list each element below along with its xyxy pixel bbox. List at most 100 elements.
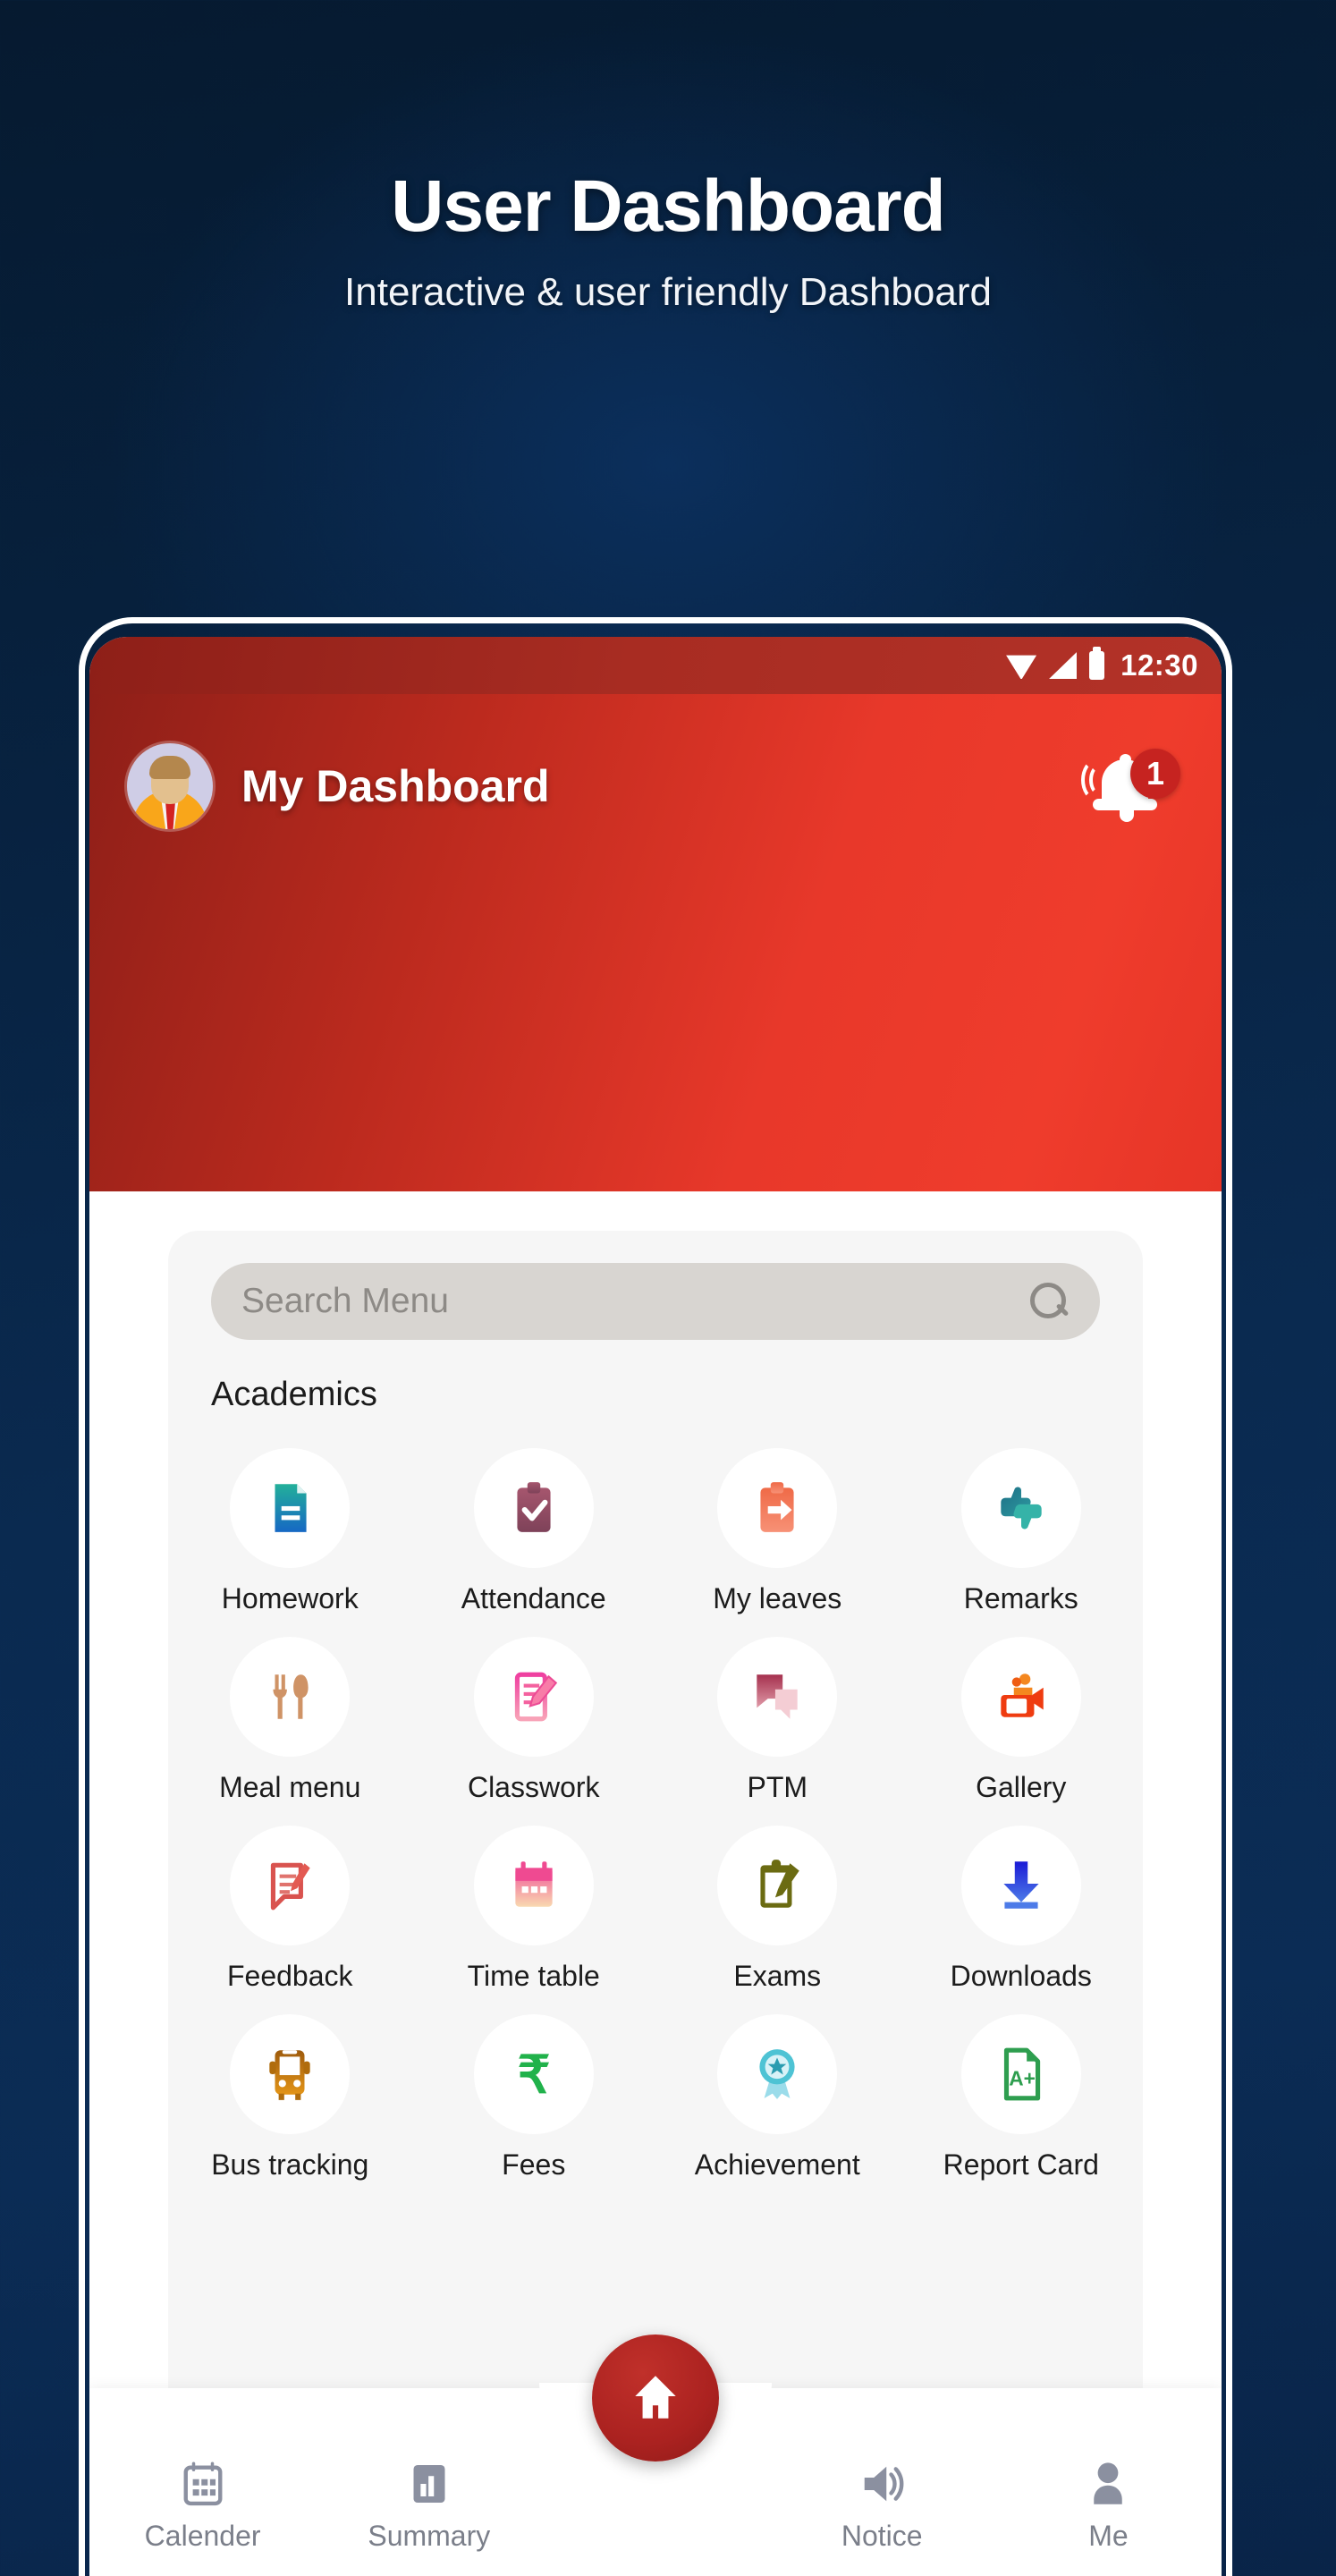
menu-item-meal-menu[interactable]: Meal menu <box>168 1615 412 1804</box>
nav-label: Notice <box>841 2520 923 2552</box>
exam-clipboard-icon <box>760 1860 799 1908</box>
document-icon <box>275 1484 307 1532</box>
avatar-hair <box>149 756 190 779</box>
avatar[interactable] <box>127 743 213 829</box>
nav-item-me[interactable]: Me <box>995 2459 1222 2576</box>
rupee-icon: ₹ <box>517 2047 550 2104</box>
download-arrow-icon <box>1003 1861 1039 1909</box>
nav-item-summary[interactable]: Summary <box>316 2459 542 2576</box>
speaker-icon <box>864 2466 904 2502</box>
nav-label: Me <box>1088 2520 1129 2552</box>
menu-label: Classwork <box>467 1771 600 1803</box>
bell-clapper-icon <box>1120 809 1134 822</box>
feedback-note-icon <box>271 1862 310 1911</box>
nav-item-calender[interactable]: Calender <box>89 2459 316 2576</box>
calendar-icon <box>515 1861 553 1907</box>
menu-item-attendance[interactable]: Attendance <box>412 1427 656 1615</box>
home-icon <box>635 2376 676 2419</box>
menu-icon-wrap <box>717 2014 838 2134</box>
cutlery-icon <box>273 1674 309 1719</box>
menu-label: Homework <box>221 1582 359 1614</box>
app-title: My Dashboard <box>241 761 550 811</box>
notepad-pen-icon <box>514 1672 557 1722</box>
menu-item-feedback[interactable]: Feedback <box>168 1804 412 1993</box>
menu-label: Achievement <box>694 2148 860 2181</box>
menu-card: Search Menu Academics Homework Attendanc… <box>168 1231 1143 2445</box>
header-row: My Dashboard 1 <box>89 694 1222 837</box>
chat-bubbles-icon <box>757 1674 798 1719</box>
menu-label: PTM <box>747 1771 808 1803</box>
menu-item-achievement[interactable]: Achievement <box>655 1993 900 2182</box>
menu-label: Remarks <box>963 1582 1078 1614</box>
menu-item-remarks[interactable]: Remarks <box>900 1427 1144 1615</box>
menu-label: Gallery <box>976 1771 1067 1803</box>
clipboard-arrow-icon <box>760 1482 794 1532</box>
svg-text:A+: A+ <box>1009 2066 1036 2089</box>
menu-icon-wrap <box>473 1826 594 1945</box>
search-icon[interactable] <box>1028 1281 1070 1322</box>
menu-item-report-card[interactable]: A+ Report Card <box>900 1993 1144 2182</box>
page-title: User Dashboard <box>391 165 945 247</box>
bus-icon <box>269 2050 310 2100</box>
menu-icon-wrap <box>230 1826 351 1945</box>
menu-icon-wrap <box>960 1448 1081 1568</box>
menu-icon-wrap <box>717 1448 838 1568</box>
notification-button[interactable]: 1 <box>1080 741 1180 831</box>
page-subtitle: Interactive & user friendly Dashboard <box>344 270 992 314</box>
menu-icon-wrap <box>473 1448 594 1568</box>
status-bar: 12:30 <box>89 637 1222 694</box>
menu-icon-wrap <box>230 2014 351 2134</box>
menu-icon-wrap: A+ <box>960 2014 1081 2134</box>
menu-item-homework[interactable]: Homework <box>168 1427 412 1615</box>
promo-header: User Dashboard Interactive & user friend… <box>0 0 1336 315</box>
menu-label: Report Card <box>943 2148 1099 2181</box>
wifi-icon <box>1006 655 1037 679</box>
nav-label: Calender <box>144 2520 261 2552</box>
clipboard-check-icon <box>517 1482 551 1532</box>
search-placeholder: Search Menu <box>241 1282 449 1320</box>
calendar-icon <box>183 2462 223 2506</box>
menu-item-fees[interactable]: ₹ Fees <box>412 1993 656 2182</box>
svg-text:₹: ₹ <box>517 2047 550 2104</box>
section-title-academics: Academics <box>211 1376 377 1413</box>
menu-item-classwork[interactable]: Classwork <box>412 1615 656 1804</box>
menu-item-my-leaves[interactable]: My leaves <box>655 1427 900 1615</box>
status-bar-time: 12:30 <box>1120 648 1198 682</box>
video-camera-icon <box>1001 1674 1044 1717</box>
home-fab-button[interactable] <box>592 2334 719 2462</box>
phone-screen: 12:30 My Dashboard 1 Search Menu Academi… <box>89 637 1222 2576</box>
report-card-icon: A+ <box>1003 2047 1040 2101</box>
menu-icon-wrap <box>717 1637 838 1757</box>
menu-label: Attendance <box>461 1582 606 1614</box>
menu-icon-wrap <box>473 1637 594 1757</box>
menu-label: Bus tracking <box>211 2148 369 2181</box>
menu-label: My leaves <box>713 1582 842 1614</box>
menu-label: Fees <box>502 2148 566 2181</box>
menu-icon-wrap <box>960 1826 1081 1945</box>
search-input[interactable]: Search Menu <box>211 1263 1100 1340</box>
medal-icon <box>759 2049 795 2099</box>
menu-label: Meal menu <box>219 1771 361 1803</box>
notification-badge: 1 <box>1130 749 1180 799</box>
nav-item-notice[interactable]: Notice <box>769 2459 995 2576</box>
thumbs-updown-icon <box>1001 1487 1042 1530</box>
menu-icon-wrap <box>960 1637 1081 1757</box>
person-icon <box>1094 2462 1123 2504</box>
menu-label: Time table <box>467 1960 600 1992</box>
menu-icon-wrap: ₹ <box>473 2014 594 2134</box>
bar-chart-icon <box>413 2465 445 2503</box>
menu-item-gallery[interactable]: Gallery <box>900 1615 1144 1804</box>
menu-label: Downloads <box>950 1960 1092 1992</box>
signal-icon <box>1049 652 1078 679</box>
menu-label: Exams <box>733 1960 822 1992</box>
battery-icon <box>1089 647 1105 680</box>
menu-icon-wrap <box>717 1826 838 1945</box>
nav-label: Summary <box>368 2520 491 2552</box>
menu-item-ptm[interactable]: PTM <box>655 1615 900 1804</box>
menu-item-time-table[interactable]: Time table <box>412 1804 656 1993</box>
app-header: My Dashboard 1 Search Menu Academics Hom… <box>89 694 1222 2445</box>
menu-item-downloads[interactable]: Downloads <box>900 1804 1144 1993</box>
menu-item-exams[interactable]: Exams <box>655 1804 900 1993</box>
menu-icon-wrap <box>230 1637 351 1757</box>
menu-item-bus-tracking[interactable]: Bus tracking <box>168 1993 412 2182</box>
